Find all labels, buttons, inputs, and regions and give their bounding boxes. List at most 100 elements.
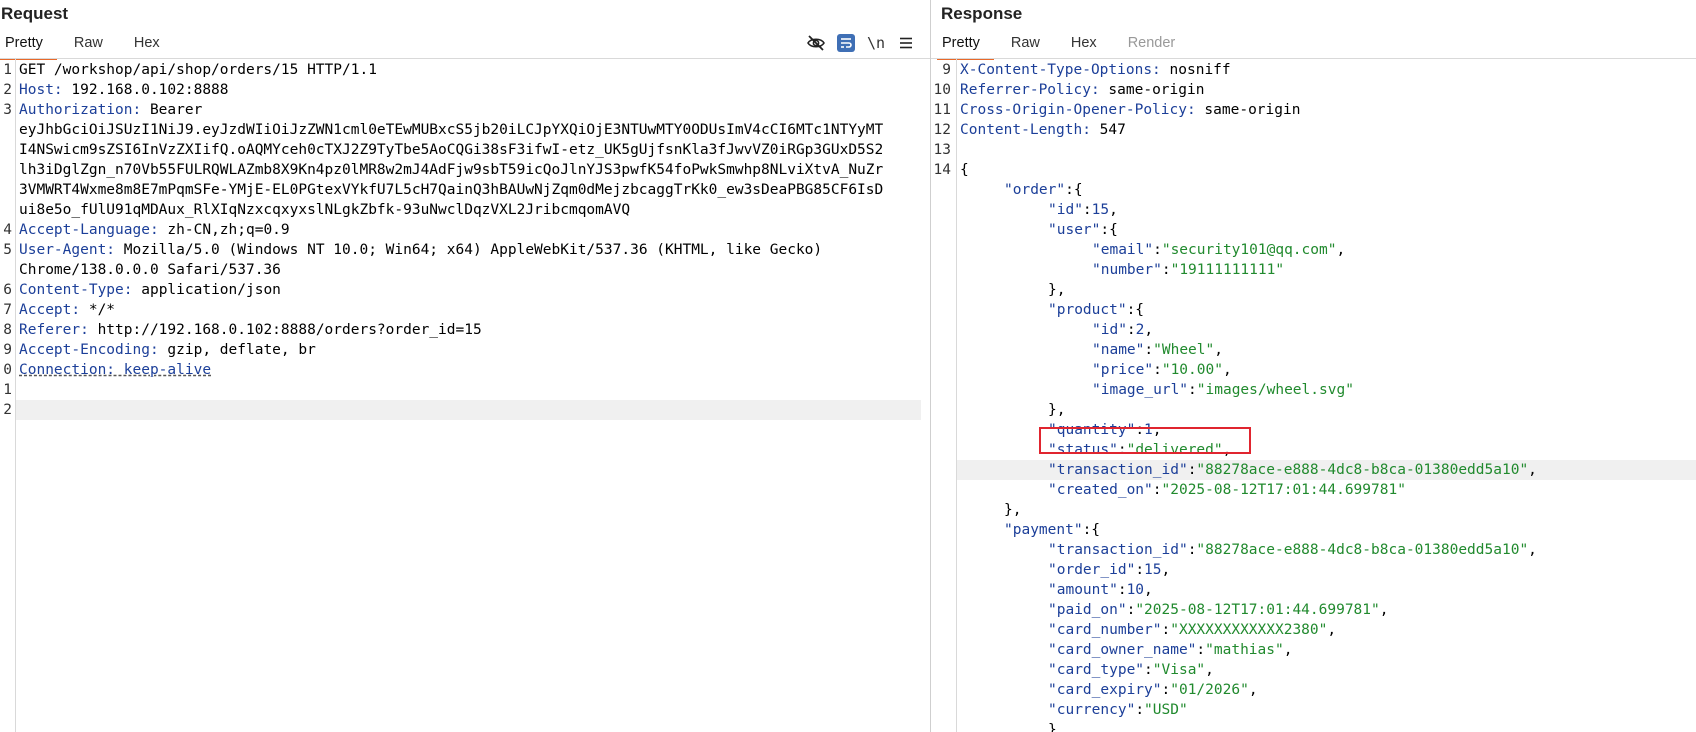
- json-line: "price":"10.00",: [1092, 362, 1232, 378]
- header-key: Accept:: [19, 302, 81, 318]
- json-line: "order_id":15,: [1048, 562, 1171, 578]
- code-line: 1 GET /workshop/api/shop/orders/15 HTTP/1…: [3, 62, 377, 78]
- currency-value: USD: [1152, 702, 1179, 718]
- json-line: "user":{: [1048, 222, 1118, 238]
- current-line-highlight: [16, 400, 921, 420]
- code-line: 9 Accept-Encoding: gzip, deflate, br: [3, 342, 316, 358]
- json-line: "image_url":"images/wheel.svg": [1092, 382, 1354, 398]
- token-text: ui8e5o_fUlU91qMDAux_RlXIqNzxcqxyxslNLgkZ…: [19, 202, 631, 218]
- json-line: "email":"security101@qq.com",: [1092, 242, 1346, 258]
- request-tab-hex[interactable]: Hex: [129, 32, 174, 58]
- order-transaction-id-value: 88278ace-e888-4dc8-b8ca-01380edd5a10: [1205, 462, 1520, 478]
- code-line: 12 Content-Length: 547: [933, 122, 1126, 138]
- response-tab-render[interactable]: Render: [1123, 32, 1190, 58]
- code-line: eyJhbGciOiJSUzI1NiJ9.eyJzdWIiOiJzZWN1cml…: [0, 120, 930, 140]
- json-line: "card_expiry":"01/2026",: [1048, 682, 1258, 698]
- response-editor[interactable]: 9 X-Content-Type-Options: nosniff 10 Refer…: [931, 59, 1696, 732]
- token-text: lh3iDglZgn_n70Vb55FULRQWLAZmb8X9Kn4pz0lM…: [19, 162, 884, 178]
- created-on-value: 2025-08-12T17:01:44.699781: [1170, 482, 1398, 498]
- code-line: 0 Connection: keep-alive: [3, 362, 212, 378]
- header-value: application/json: [132, 282, 281, 298]
- eye-slash-icon[interactable]: [802, 32, 830, 54]
- json-line: "amount":10,: [1048, 582, 1153, 598]
- product-id-value: 2: [1135, 322, 1145, 338]
- header-value: same-origin: [1195, 102, 1301, 118]
- header-key: Accept-Language:: [19, 222, 159, 238]
- header-value: */*: [80, 302, 116, 318]
- newline-icon[interactable]: \n: [862, 32, 890, 54]
- response-tab-pretty[interactable]: Pretty: [937, 32, 994, 60]
- json-line: "card_type":"Visa",: [1048, 662, 1214, 678]
- json-line: "card_number":"XXXXXXXXXXXX2380",: [1048, 622, 1337, 638]
- json-line: }: [1048, 722, 1057, 732]
- json-line: "card_owner_name":"mathias",: [1048, 642, 1293, 658]
- payment-transaction-id-value: 88278ace-e888-4dc8-b8ca-01380edd5a10: [1205, 542, 1520, 558]
- token-text: 3VMWRT4Wxme8m8E7mPqmSFe-YMjE-EL0PGtexVYk…: [19, 182, 884, 198]
- request-toolbar: \n: [800, 32, 920, 54]
- request-pane: Request Pretty Raw Hex \n 1 GET /workshop…: [0, 0, 931, 732]
- header-value: 192.168.0.102:8888: [62, 82, 229, 98]
- token-text: I4NSwicm9sZSI6InVzZXIifQ.oAQMYceh0cTXJ2Z…: [19, 142, 884, 158]
- header-key: Accept-Encoding:: [19, 342, 159, 358]
- json-line: },: [1048, 402, 1066, 418]
- header-key: User-Agent:: [19, 242, 116, 258]
- code-line: 10 Referrer-Policy: same-origin: [933, 82, 1205, 98]
- response-pane: Response Pretty Raw Hex Render 9 X-Conten…: [931, 0, 1696, 732]
- token-text: eyJhbGciOiJSUzI1NiJ9.eyJzdWIiOiJzZWN1cml…: [19, 122, 884, 138]
- card-owner-name-value: mathias: [1213, 642, 1275, 658]
- json-line: },: [1004, 502, 1022, 518]
- product-image-url-value: images/wheel.svg: [1205, 382, 1346, 398]
- request-editor[interactable]: 1 GET /workshop/api/shop/orders/15 HTTP/1…: [0, 59, 930, 732]
- code-line: 14{: [933, 162, 969, 178]
- code-line: 7 Accept: */*: [3, 302, 116, 318]
- response-tab-hex[interactable]: Hex: [1066, 32, 1111, 58]
- json-line: "id":2,: [1092, 322, 1154, 338]
- response-tabs: Pretty Raw Hex Render: [937, 32, 1201, 60]
- card-expiry-value: 01/2026: [1178, 682, 1241, 698]
- payment-order-id-value: 15: [1144, 562, 1162, 578]
- code-line: I4NSwicm9sZSI6InVzZXIifQ.oAQMYceh0cTXJ2Z…: [0, 140, 930, 160]
- status-highlight-box: [1039, 427, 1251, 454]
- header-value: Bearer: [141, 102, 203, 118]
- header-value: zh-CN,zh;q=0.9: [158, 222, 290, 238]
- json-line: "status":"delivered",: [931, 427, 1696, 460]
- json-line: "payment":{: [1004, 522, 1101, 538]
- json-line-current: "transaction_id":"88278ace-e888-4dc8-b8c…: [931, 460, 1696, 480]
- json-line: "created_on":"2025-08-12T17:01:44.699781…: [1048, 482, 1406, 498]
- code-line: 6 Content-Type: application/json: [3, 282, 281, 298]
- payment-amount-value: 10: [1126, 582, 1145, 598]
- header-value: same-origin: [1099, 82, 1205, 98]
- header-value: http://192.168.0.102:8888/orders?order_i…: [88, 322, 482, 338]
- header-value: gzip, deflate, br: [158, 342, 316, 358]
- header-key: Authorization:: [19, 102, 142, 118]
- menu-icon[interactable]: [892, 32, 920, 54]
- header-value: Chrome/138.0.0.0 Safari/537.36: [19, 262, 281, 278]
- code-line: 4 Accept-Language: zh-CN,zh;q=0.9: [3, 222, 290, 238]
- code-line: 5 User-Agent: Mozilla/5.0 (Windows NT 10.…: [3, 242, 823, 258]
- code-line: 13: [933, 142, 951, 158]
- json-line: "transaction_id":"88278ace-e888-4dc8-b8c…: [1048, 542, 1537, 558]
- code-line: Chrome/138.0.0.0 Safari/537.36: [0, 260, 930, 280]
- header-key: X-Content-Type-Options:: [960, 62, 1161, 78]
- json-line: "order":{: [1004, 182, 1083, 198]
- request-line: GET /workshop/api/shop/orders/15 HTTP/1.…: [19, 62, 377, 78]
- json-line: "name":"Wheel",: [1092, 342, 1223, 358]
- json-line: "paid_on":"2025-08-12T17:01:44.699781",: [1048, 602, 1389, 618]
- card-number-value: XXXXXXXXXXXX2380: [1178, 622, 1319, 638]
- product-name-value: Wheel: [1161, 342, 1206, 358]
- code-line: 3 Authorization: Bearer: [3, 102, 203, 118]
- code-line-current: 2: [0, 400, 930, 420]
- card-type-value: Visa: [1161, 662, 1197, 678]
- header-key: Content-Length:: [960, 122, 1091, 138]
- code-line: 2 Host: 192.168.0.102:8888: [3, 82, 229, 98]
- json-line: "product":{: [1048, 302, 1145, 318]
- order-id-value: 15: [1091, 202, 1110, 218]
- wrap-lines-icon[interactable]: [832, 32, 860, 54]
- code-line: 11 Cross-Origin-Opener-Policy: same-origi…: [933, 102, 1301, 118]
- code-line: 3VMWRT4Wxme8m8E7mPqmSFe-YMjE-EL0PGtexVYk…: [0, 180, 930, 200]
- product-price-value: 10.00: [1170, 362, 1215, 378]
- request-tab-pretty[interactable]: Pretty: [0, 32, 57, 60]
- request-tab-raw[interactable]: Raw: [69, 32, 117, 58]
- response-tab-raw[interactable]: Raw: [1006, 32, 1054, 58]
- user-number-value: 19111111111: [1179, 262, 1276, 278]
